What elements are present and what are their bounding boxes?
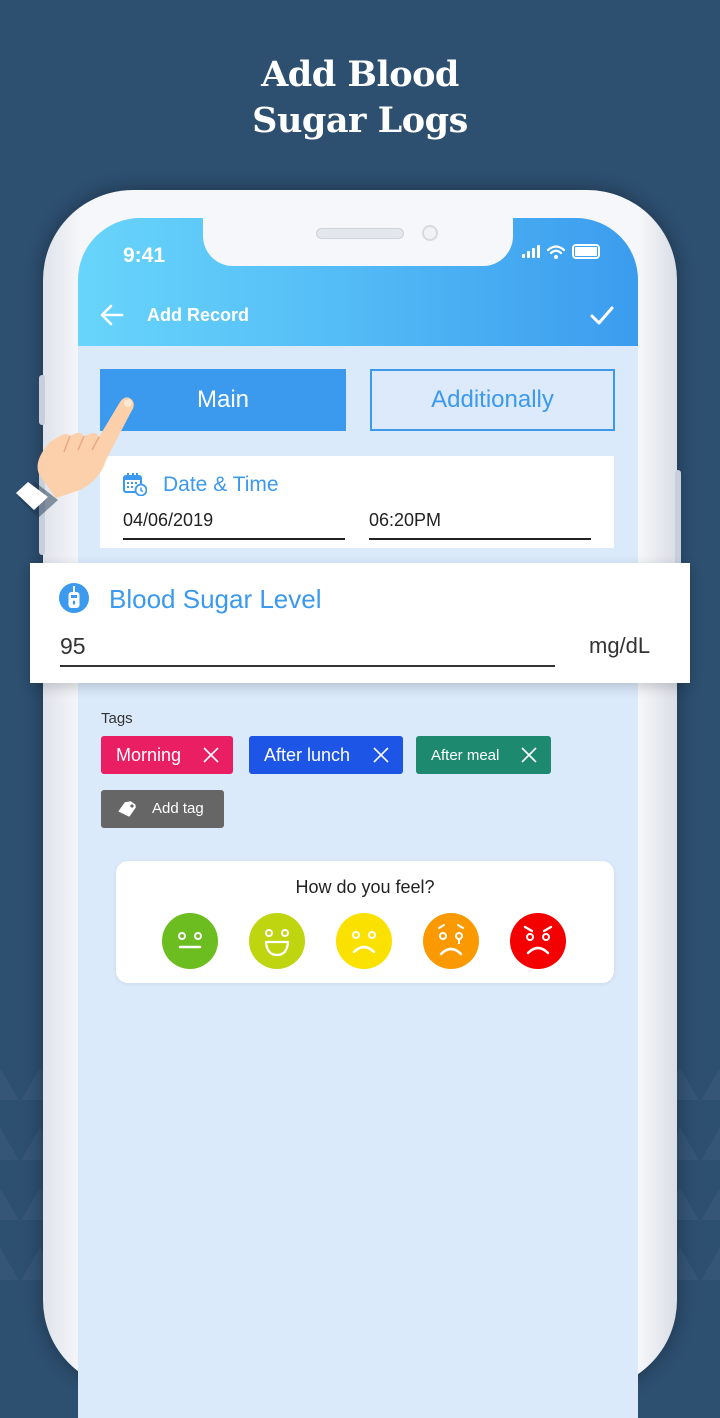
date-field[interactable]: 04/06/2019 (123, 510, 345, 540)
status-icons (522, 244, 600, 259)
phone-notch (203, 218, 513, 266)
tab-additionally-label: Additionally (431, 386, 554, 413)
promo-headline: Add Blood Sugar Logs (0, 52, 720, 144)
blood-sugar-title: Blood Sugar Level (109, 584, 322, 614)
tag-label: Morning (116, 744, 182, 765)
blood-sugar-unit: mg/dL (589, 633, 651, 658)
tab-additionally[interactable]: Additionally (370, 369, 615, 431)
back-arrow-icon[interactable] (98, 301, 126, 329)
pointing-hand-icon (16, 397, 134, 518)
date-time-title: Date & Time (163, 473, 279, 496)
tab-main-label: Main (196, 386, 250, 413)
tags-label: Tags (101, 710, 133, 727)
battery-icon (572, 244, 600, 259)
remove-tag-icon[interactable] (203, 747, 219, 763)
tag-after-lunch[interactable]: After lunch (249, 736, 403, 774)
remove-tag-icon[interactable] (521, 747, 537, 763)
remove-tag-icon[interactable] (373, 747, 389, 763)
feeling-card: How do you feel? (116, 861, 614, 983)
signal-icon (522, 245, 540, 258)
app-screen: 9:41 Add Record Main Additionally Date &… (78, 218, 638, 1418)
tag-label: After meal (431, 746, 500, 764)
tag-after-meal[interactable]: After meal (416, 736, 551, 774)
phone-camera (422, 225, 438, 241)
phone-speaker (316, 228, 404, 239)
tag-label: After lunch (264, 744, 351, 765)
angry-face-icon[interactable] (510, 913, 566, 969)
happy-face-icon[interactable] (249, 913, 305, 969)
time-field[interactable]: 06:20PM (369, 510, 591, 540)
check-icon[interactable] (588, 301, 616, 329)
blood-sugar-input[interactable]: 95 (60, 633, 555, 667)
feeling-title: How do you feel? (295, 877, 435, 897)
status-time: 9:41 (123, 244, 166, 267)
sad-face-icon[interactable] (336, 913, 392, 969)
tag-icon (118, 801, 136, 817)
wifi-icon (547, 244, 565, 259)
date-time-card: Date & Time 04/06/2019 06:20PM (100, 456, 614, 548)
tag-morning[interactable]: Morning (101, 736, 233, 774)
add-tag-label: Add tag (152, 800, 204, 817)
glucometer-icon (59, 583, 89, 613)
headline-line-2: Sugar Logs (252, 100, 468, 141)
headline-line-1: Add Blood (261, 54, 459, 95)
neutral-face-icon[interactable] (162, 913, 218, 969)
blood-sugar-card: Blood Sugar Level 95 mg/dL (30, 563, 690, 683)
page-title: Add Record (147, 305, 250, 325)
add-tag-button[interactable]: Add tag (101, 790, 224, 828)
crying-face-icon[interactable] (423, 913, 479, 969)
feeling-options (162, 913, 566, 969)
phone-frame: 9:41 Add Record Main Additionally Date &… (39, 190, 681, 1418)
